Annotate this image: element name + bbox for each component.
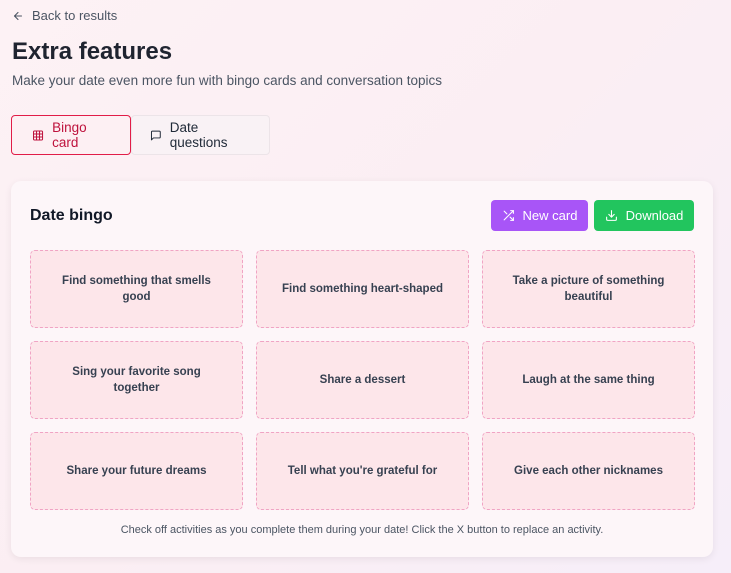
bingo-cell[interactable]: Find something that smells good — [30, 250, 243, 328]
download-button[interactable]: Download — [594, 200, 694, 231]
bingo-cell[interactable]: Share a dessert — [256, 341, 469, 419]
back-to-results-link[interactable]: Back to results — [12, 8, 117, 23]
bingo-cell[interactable]: Share your future dreams — [30, 432, 243, 510]
bingo-cell[interactable]: Find something heart-shaped — [256, 250, 469, 328]
shuffle-icon — [503, 210, 514, 221]
bingo-title: Date bingo — [30, 207, 113, 224]
download-label: Download — [625, 208, 684, 223]
feature-tabs: Bingo card Date questions — [11, 115, 270, 155]
message-icon — [150, 130, 161, 140]
bingo-cell[interactable]: Sing your favorite song together — [30, 341, 243, 419]
tab-bingo-card[interactable]: Bingo card — [11, 115, 131, 155]
tab-label: Bingo card — [52, 120, 87, 150]
page-title: Extra features — [12, 38, 173, 65]
tab-label: Date questions — [169, 120, 228, 150]
new-card-button[interactable]: New card — [491, 200, 588, 231]
bingo-cell[interactable]: Laugh at the same thing — [482, 341, 695, 419]
arrow-left-icon — [13, 11, 23, 20]
page-subtitle: Make your date even more fun with bingo … — [12, 73, 442, 88]
bingo-instructions: Check off activities as you complete the… — [120, 524, 604, 536]
bingo-cell[interactable]: Take a picture of something beautiful — [482, 250, 695, 328]
download-icon — [605, 210, 617, 221]
bingo-card-panel: Date bingo New card Download Find someth… — [11, 181, 713, 557]
bingo-cell[interactable]: Tell what you're grateful for — [256, 432, 469, 510]
grid-icon — [33, 129, 44, 141]
back-label: Back to results — [32, 8, 118, 23]
bingo-cell[interactable]: Give each other nicknames — [482, 432, 695, 510]
tab-date-questions[interactable]: Date questions — [131, 115, 270, 155]
new-card-label: New card — [522, 208, 578, 223]
bingo-grid: Find something that smells good Find som… — [30, 250, 695, 510]
